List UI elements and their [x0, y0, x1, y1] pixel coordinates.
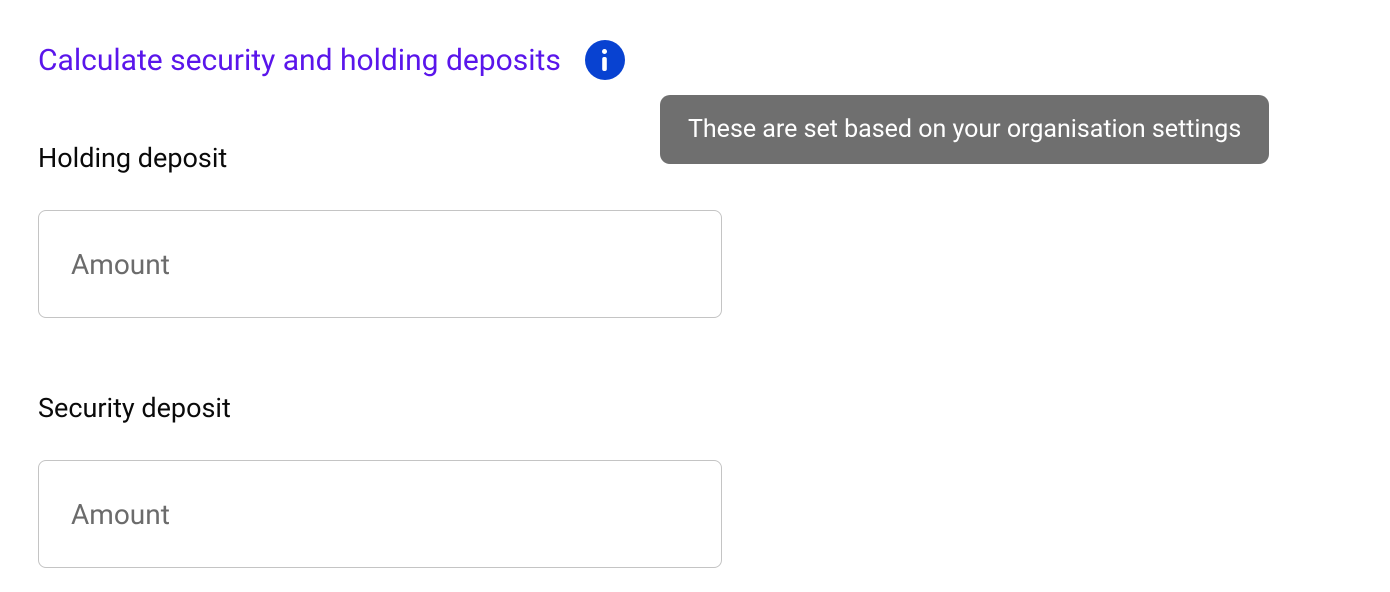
security-deposit-label: Security deposit — [38, 392, 1352, 424]
security-deposit-input[interactable] — [38, 460, 722, 568]
info-glyph-icon — [601, 49, 608, 71]
calculate-deposits-link[interactable]: Calculate security and holding deposits — [38, 43, 561, 78]
info-tooltip: These are set based on your organisation… — [660, 95, 1269, 164]
header-row: Calculate security and holding deposits — [38, 40, 1352, 80]
security-deposit-group: Security deposit — [38, 392, 1352, 568]
holding-deposit-group: Holding deposit — [38, 142, 1352, 318]
tooltip-text: These are set based on your organisation… — [688, 115, 1241, 144]
info-icon[interactable] — [585, 40, 625, 80]
holding-deposit-input[interactable] — [38, 210, 722, 318]
